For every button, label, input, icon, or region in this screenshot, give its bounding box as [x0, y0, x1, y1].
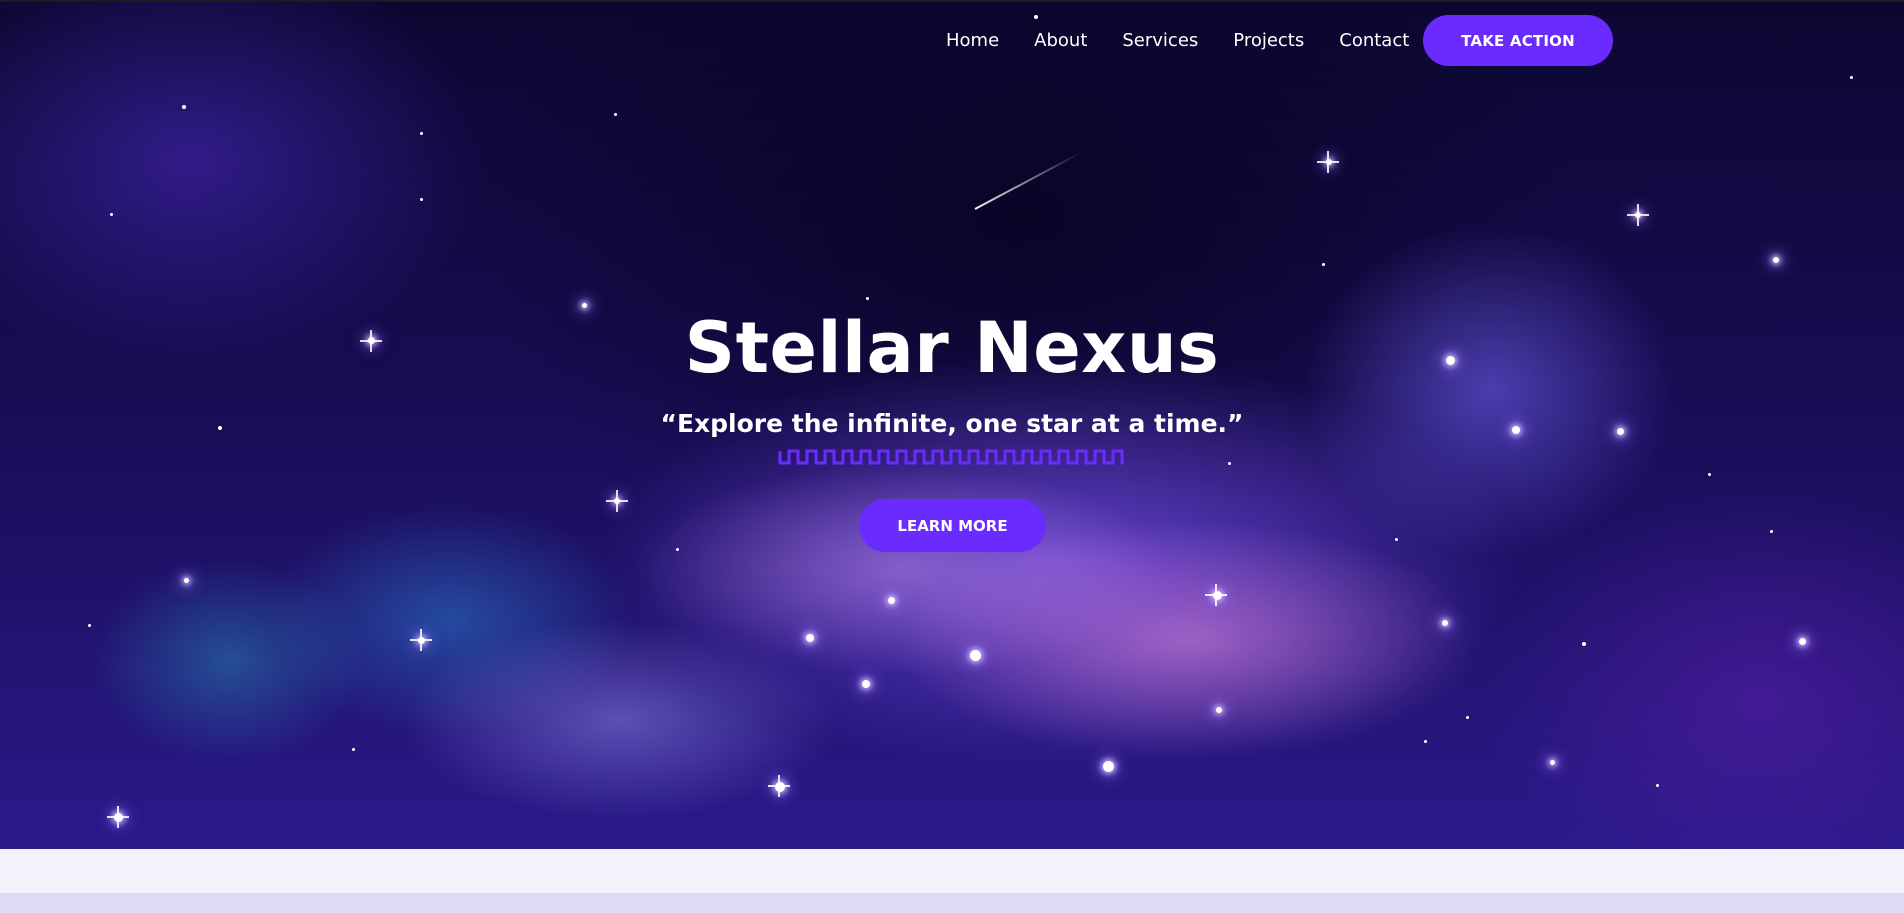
glowing-star: [1103, 761, 1114, 772]
take-action-button[interactable]: TAKE ACTION: [1423, 15, 1613, 66]
nav-link-about[interactable]: About: [1034, 30, 1087, 51]
star: [1708, 473, 1711, 476]
shooting-star: [974, 151, 1082, 210]
zigzag-underline-icon: [778, 449, 1124, 465]
glowing-star: [1773, 257, 1779, 263]
star: [1466, 716, 1469, 719]
star: [1770, 530, 1773, 533]
nav-link-projects[interactable]: Projects: [1233, 30, 1304, 51]
glowing-star: [1799, 638, 1806, 645]
star: [614, 113, 617, 116]
star: [110, 213, 113, 216]
star: [1656, 784, 1659, 787]
glowing-star: [1216, 707, 1222, 713]
star: [88, 624, 91, 627]
star: [352, 748, 355, 751]
glowing-star: [970, 650, 981, 661]
star: [1850, 76, 1853, 79]
learn-more-button[interactable]: LEARN MORE: [859, 499, 1046, 552]
nav-link-services[interactable]: Services: [1122, 30, 1198, 51]
main-navigation: Home About Services Projects Contact TAK…: [0, 14, 1904, 66]
glowing-star: [1442, 620, 1448, 626]
star: [1228, 462, 1231, 465]
glowing-star: [184, 578, 189, 583]
glowing-star: [862, 680, 870, 688]
star: [182, 105, 186, 109]
glowing-star: [888, 597, 895, 604]
nav-link-contact[interactable]: Contact: [1339, 30, 1409, 51]
hero-tagline: “Explore the infinite, one star at a tim…: [660, 409, 1244, 438]
glowing-star: [1550, 760, 1555, 765]
star: [420, 132, 423, 135]
star: [1395, 538, 1398, 541]
hero-title: Stellar Nexus: [684, 307, 1220, 389]
star: [866, 297, 869, 300]
star: [1424, 740, 1427, 743]
star: [420, 198, 423, 201]
star: [676, 548, 679, 551]
nav-link-home[interactable]: Home: [946, 30, 999, 51]
star: [1582, 642, 1586, 646]
glowing-star: [775, 782, 785, 792]
browser-top-edge: [0, 0, 1904, 2]
star: [1322, 263, 1325, 266]
next-section-top: [0, 849, 1904, 893]
next-section-band: [0, 893, 1904, 913]
nav-links: Home About Services Projects Contact: [946, 14, 1444, 66]
glowing-star: [806, 634, 814, 642]
hero-section: Home About Services Projects Contact TAK…: [0, 0, 1904, 849]
